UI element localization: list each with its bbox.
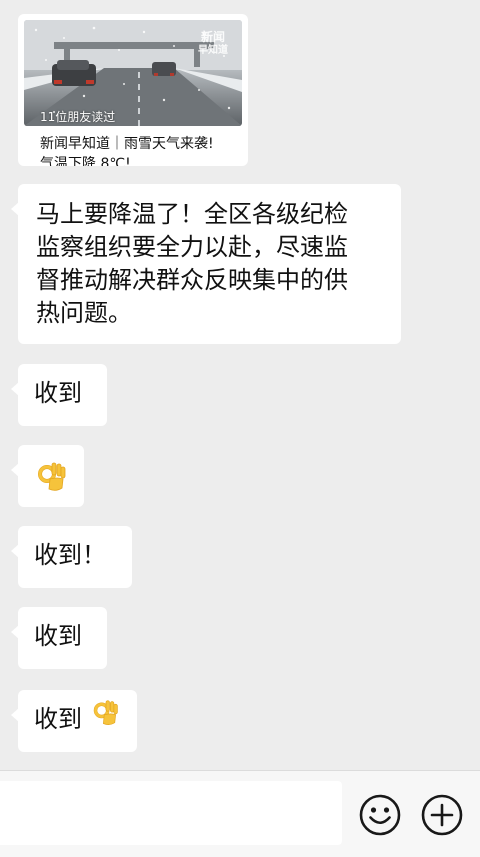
- message-input[interactable]: [0, 781, 342, 845]
- message-text: 收到: [34, 379, 82, 407]
- article-thumbnail: 新闻 早知道 11位朋友读过: [24, 20, 242, 126]
- message-bubble[interactable]: [11, 445, 84, 507]
- readers-count: 11位朋友读过: [40, 110, 116, 124]
- message-bubble[interactable]: 收到: [11, 607, 107, 669]
- message-line: 马上要降温了！全区各级纪检: [36, 200, 348, 228]
- message-bubble[interactable]: 马上要降温了！全区各级纪检 监察组织要全力以赴，尽速监 督推动解决群众反映集中的…: [11, 184, 401, 344]
- article-title: 新闻早知道｜雨雪天气来袭! 气温下降 8℃!: [40, 136, 214, 166]
- ok-hand-icon: [92, 699, 120, 736]
- shared-article-card[interactable]: 新闻 早知道 11位朋友读过 新闻早知道｜雨雪天气来袭! 气温下降 8℃!: [18, 14, 248, 166]
- message-bubble[interactable]: 收到: [11, 690, 137, 752]
- message-bubble[interactable]: 收到: [11, 364, 107, 426]
- chat-area: 新闻 早知道 11位朋友读过 新闻早知道｜雨雪天气来袭! 气温下降 8℃! 马上…: [0, 0, 480, 770]
- smiley-icon[interactable]: [358, 793, 402, 837]
- plus-circle-icon[interactable]: [420, 793, 464, 837]
- message-line: 督推动解决群众反映集中的供: [36, 266, 348, 294]
- message-text: 收到: [34, 622, 82, 650]
- news-logo: 新闻 早知道: [198, 30, 228, 56]
- message-bubble[interactable]: 收到！: [11, 526, 132, 588]
- ok-hand-icon: [36, 461, 68, 497]
- message-line: 监察组织要全力以赴，尽速监: [36, 233, 348, 261]
- message-input-bar: [0, 770, 480, 857]
- message-line: 热问题。: [36, 299, 132, 327]
- message-text: 收到: [34, 705, 82, 733]
- message-text: 收到！: [34, 541, 106, 569]
